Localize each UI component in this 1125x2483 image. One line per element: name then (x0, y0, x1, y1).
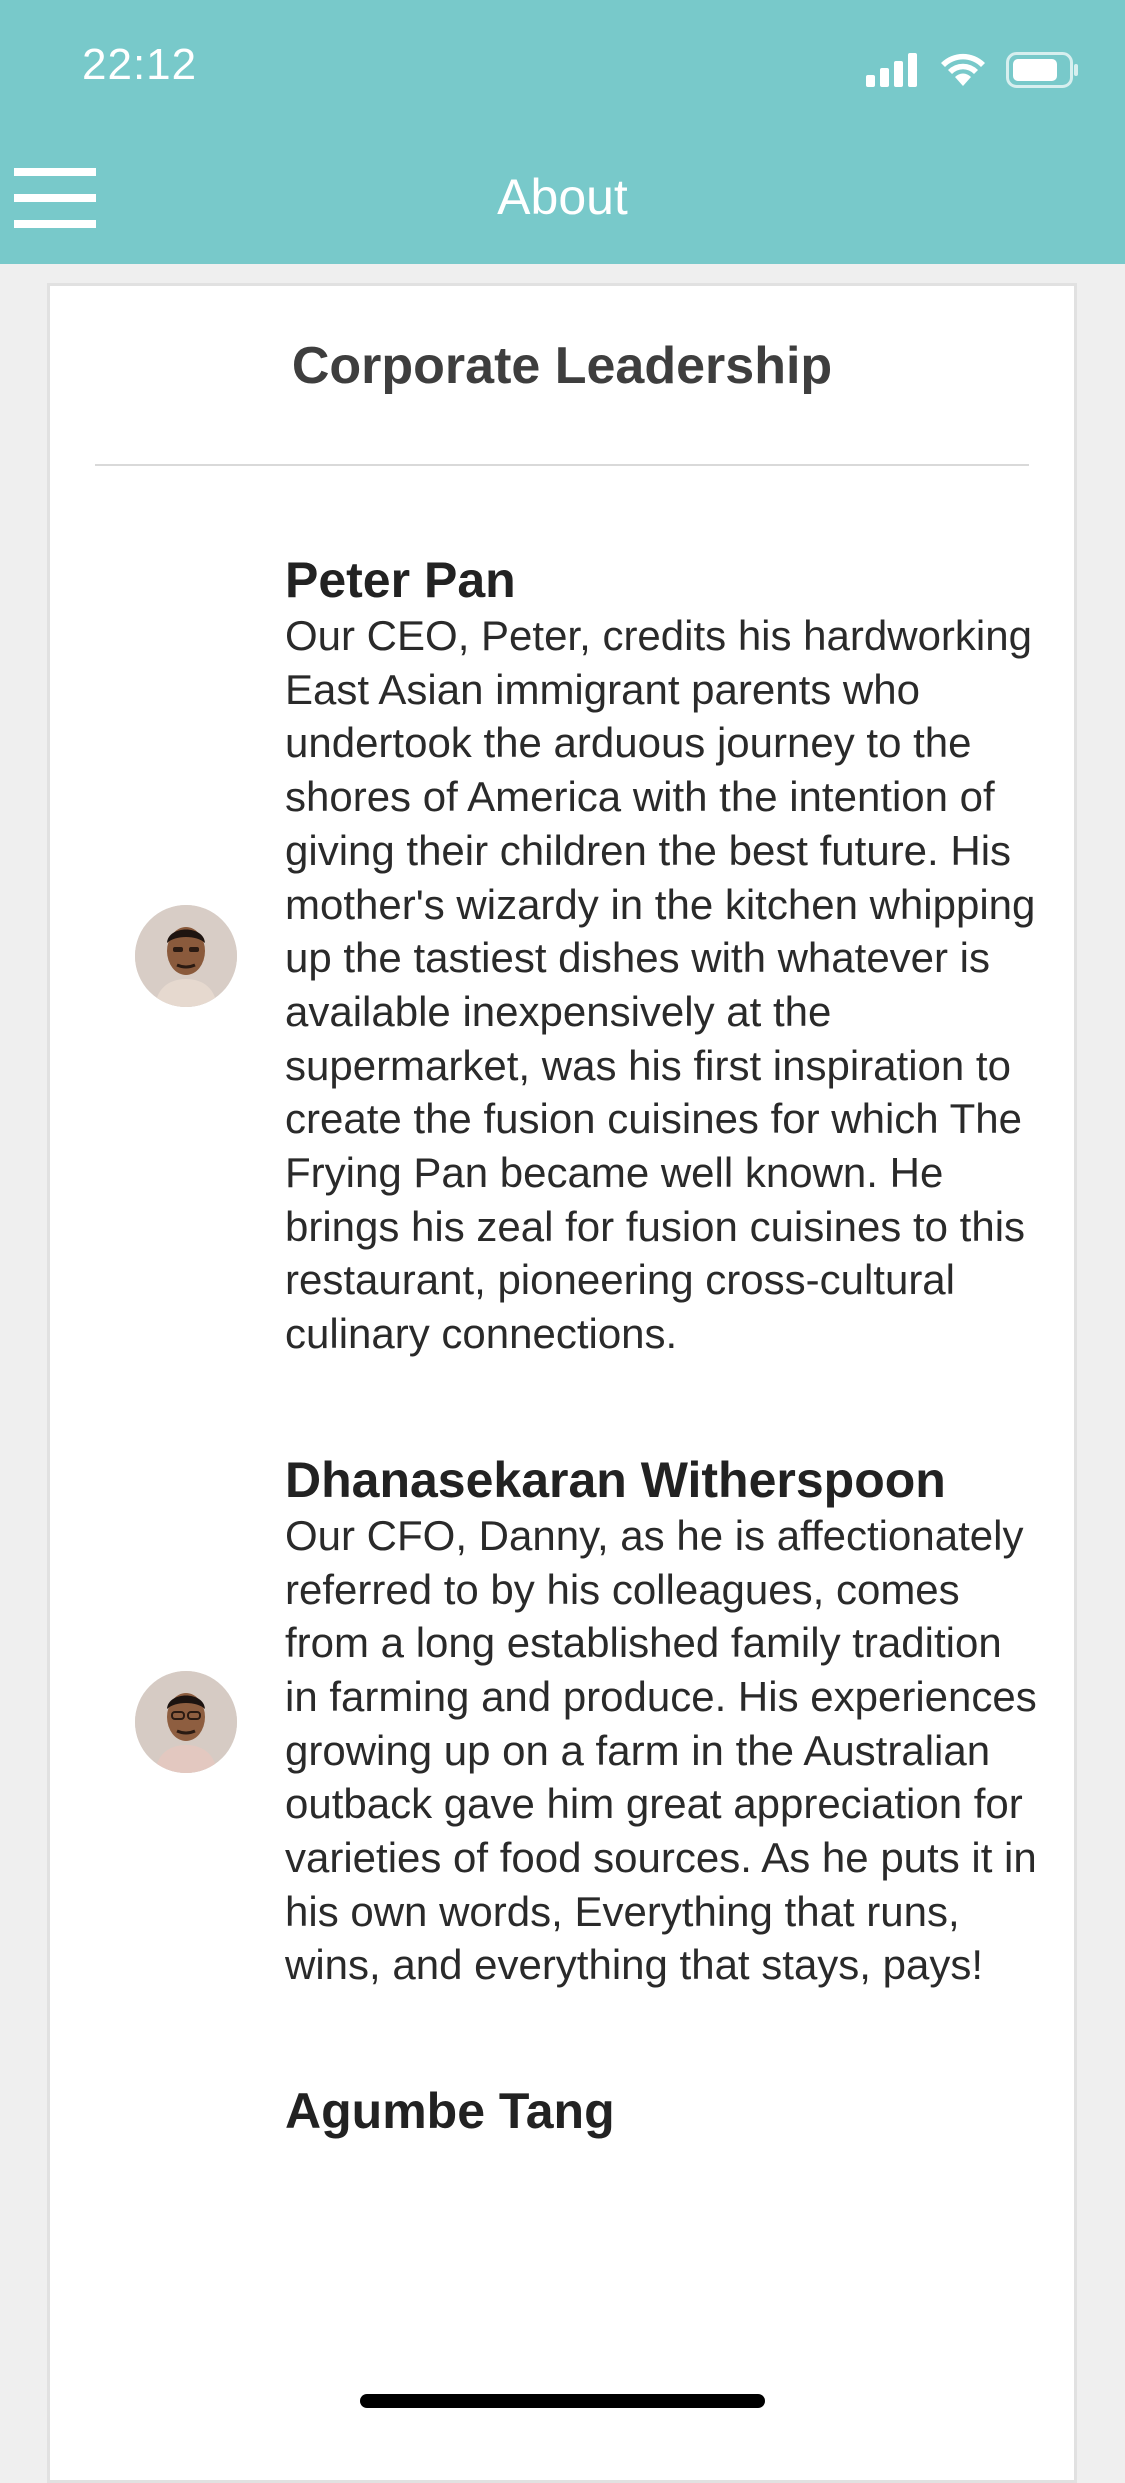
leader-item[interactable]: Dhanasekaran Witherspoon Our CFO, Danny,… (50, 1451, 1074, 1992)
avatar (135, 904, 237, 1007)
app-header: 22:12 About (0, 0, 1125, 264)
leadership-card: Corporate Leadership Peter Pan Our CEO, … (47, 283, 1077, 2483)
status-icons (866, 50, 1080, 90)
leader-item[interactable]: Peter Pan Our CEO, Peter, credits his ha… (50, 551, 1074, 1361)
cellular-signal-icon (866, 53, 917, 87)
leader-item[interactable]: Agumbe Tang (50, 2082, 1074, 2140)
leader-bio: Our CFO, Danny, as he is affectionately … (285, 1511, 1037, 1989)
battery-icon (1006, 52, 1078, 88)
leader-text: Dhanasekaran Witherspoon Our CFO, Danny,… (285, 1451, 1045, 1992)
leader-name: Agumbe Tang (285, 2083, 615, 2140)
home-indicator[interactable] (360, 2394, 765, 2408)
leader-name: Peter Pan (285, 552, 516, 608)
leader-text: Agumbe Tang (285, 2082, 1045, 2140)
page-title: About (497, 169, 628, 225)
wifi-icon (941, 53, 985, 86)
section-title: Corporate Leadership (291, 337, 833, 395)
leader-bio: Our CEO, Peter, credits his hardworking … (285, 612, 1036, 1358)
leader-name: Dhanasekaran Witherspoon (285, 1451, 946, 1508)
status-time: 22:12 (82, 40, 198, 89)
avatar (135, 1670, 237, 1773)
section-divider (95, 464, 1029, 466)
leader-text: Peter Pan Our CEO, Peter, credits his ha… (285, 551, 1045, 1361)
